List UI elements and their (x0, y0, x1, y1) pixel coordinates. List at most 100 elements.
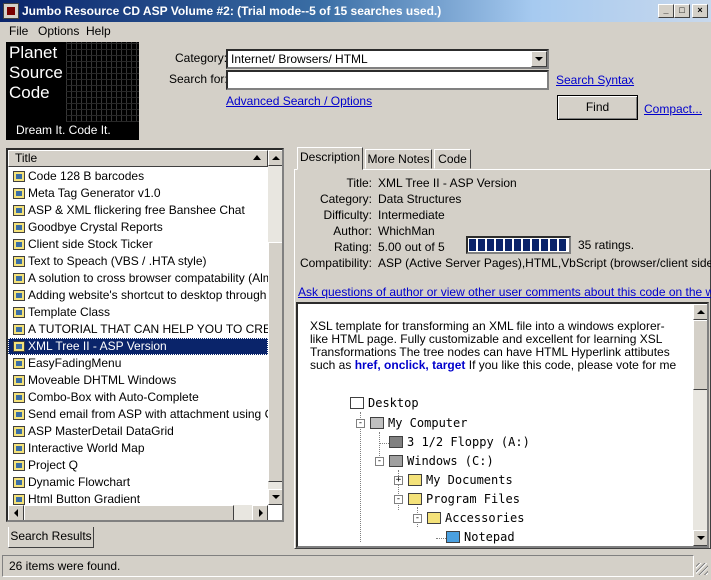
scroll-thumb[interactable] (268, 242, 282, 482)
floppy-drive-icon (389, 436, 403, 448)
category-dropdown[interactable]: Internet/ Browsers/ HTML (226, 49, 549, 69)
chevron-down-icon[interactable] (531, 51, 547, 67)
scroll-thumb[interactable] (693, 320, 707, 390)
list-item[interactable]: ASP & XML flickering free Banshee Chat (8, 202, 268, 219)
code-file-icon (13, 256, 25, 267)
list-item[interactable]: Adding website's shortcut to desktop thr… (8, 287, 268, 304)
logo-line: Planet (9, 43, 58, 62)
list-item[interactable]: Moveable DHTML Windows (8, 372, 268, 389)
list-item[interactable]: Combo-Box with Auto-Complete (8, 389, 268, 406)
tree-node-my-documents[interactable]: My Documents (408, 473, 513, 487)
list-item[interactable]: A TUTORIAL THAT CAN HELP YOU TO CREATE (8, 321, 268, 338)
maximize-button[interactable]: □ (674, 4, 690, 18)
collapse-icon[interactable]: - (356, 419, 365, 428)
list-item[interactable]: Dynamic Flowchart (8, 474, 268, 491)
compact-link[interactable]: Compact... (644, 102, 702, 116)
computer-icon (370, 417, 384, 429)
list-item[interactable]: A solution to cross browser compatabilit… (8, 270, 268, 287)
sort-arrow-icon (253, 155, 261, 160)
detail-label: Category: (319, 192, 372, 206)
find-button[interactable]: Find (557, 95, 638, 120)
list-item[interactable]: Project Q (8, 457, 268, 474)
list-item-label: Project Q (28, 458, 79, 472)
list-item-label: Moveable DHTML Windows (28, 373, 177, 387)
collapse-icon[interactable]: - (394, 495, 403, 504)
collapse-icon[interactable]: - (375, 457, 384, 466)
tab-description[interactable]: Description (297, 147, 363, 170)
tree-node-floppy[interactable]: 3 1/2 Floppy (A:) (389, 435, 530, 449)
list-item[interactable]: Send email from ASP with attachment usin… (8, 406, 268, 423)
scroll-down-arrow-icon[interactable] (268, 489, 282, 505)
tree-label: My Computer (388, 416, 468, 430)
app-icon[interactable] (3, 3, 19, 19)
expand-icon[interactable]: + (394, 476, 403, 485)
menu-help[interactable]: Help (86, 24, 111, 38)
list-item-label: Meta Tag Generator v1.0 (28, 186, 161, 200)
list-item-label: Text to Speach (VBS / .HTA style) (28, 254, 207, 268)
detail-label: Rating: (333, 240, 372, 254)
code-file-icon (13, 324, 25, 335)
planet-source-code-logo: Planet Source Code Dream It. Code It. (6, 42, 139, 140)
results-horizontal-scrollbar[interactable] (8, 505, 268, 520)
close-button[interactable]: × (692, 4, 708, 18)
search-results-tab[interactable]: Search Results (8, 527, 94, 548)
tree-node-desktop[interactable]: Desktop (350, 396, 419, 410)
results-rows: Code 128 B barcodes Meta Tag Generator v1… (8, 168, 268, 508)
ask-questions-link[interactable]: Ask questions of author or view other us… (298, 285, 711, 299)
search-syntax-link[interactable]: Search Syntax (556, 73, 634, 87)
description-view: XSL template for transforming an XML fil… (296, 302, 709, 548)
code-file-icon (13, 460, 25, 471)
minimize-button[interactable]: _ (658, 4, 674, 18)
search-input[interactable] (226, 70, 549, 90)
list-item[interactable]: Interactive World Map (8, 440, 268, 457)
code-file-icon (13, 239, 25, 250)
collapse-icon[interactable]: - (413, 514, 422, 523)
category-value: Internet/ Browsers/ HTML (231, 52, 368, 66)
folder-icon (408, 474, 422, 486)
hscroll-thumb[interactable] (24, 505, 234, 520)
tree-node-windows-c[interactable]: Windows (C:) (389, 454, 494, 468)
list-item[interactable]: Client side Stock Ticker (8, 236, 268, 253)
tree-node-accessories[interactable]: Accessories (427, 511, 524, 525)
detail-value: XML Tree II - ASP Version (378, 176, 517, 190)
list-item[interactable]: Text to Speach (VBS / .HTA style) (8, 253, 268, 270)
menu-file[interactable]: File (9, 24, 28, 38)
list-item-label: ASP MasterDetail DataGrid (28, 424, 174, 438)
tree-label: My Documents (426, 473, 513, 487)
search-for-label: Search for: (169, 72, 228, 86)
code-file-icon (13, 171, 25, 182)
list-item-label: Dynamic Flowchart (28, 475, 131, 489)
scroll-right-arrow-icon[interactable] (252, 505, 268, 520)
logo-tagline: Dream It. Code It. (16, 123, 111, 137)
list-item[interactable]: ASP MasterDetail DataGrid (8, 423, 268, 440)
column-header-label: Title (15, 151, 38, 165)
detail-label: Difficulty: (323, 208, 372, 222)
list-item[interactable]: Meta Tag Generator v1.0 (8, 185, 268, 202)
scroll-down-arrow-icon[interactable] (693, 530, 707, 546)
tab-more-notes[interactable]: More Notes (365, 149, 432, 169)
tree-node-notepad[interactable]: Notepad (446, 530, 515, 544)
list-item-label: A solution to cross browser compatabilit… (28, 271, 268, 285)
list-item-label: Template Class (28, 305, 111, 319)
scroll-up-arrow-icon[interactable] (693, 304, 707, 320)
list-item[interactable]: XML Tree II - ASP Version (8, 338, 268, 355)
title-column-header[interactable]: Title (8, 150, 268, 167)
description-scrollbar[interactable] (693, 304, 707, 546)
code-file-icon (13, 426, 25, 437)
scroll-up-arrow-icon[interactable] (268, 150, 282, 166)
list-item-label: Send email from ASP with attachment usin… (28, 407, 268, 421)
resize-grip-icon[interactable] (696, 563, 708, 575)
scroll-left-arrow-icon[interactable] (8, 505, 24, 520)
advanced-search-link[interactable]: Advanced Search / Options (226, 94, 372, 108)
code-file-icon (13, 290, 25, 301)
detail-value: Intermediate (378, 208, 445, 222)
list-item[interactable]: Goodbye Crystal Reports (8, 219, 268, 236)
tab-code[interactable]: Code (434, 149, 471, 169)
tree-node-my-computer[interactable]: My Computer (370, 416, 467, 430)
list-item[interactable]: Template Class (8, 304, 268, 321)
list-item[interactable]: EasyFadingMenu (8, 355, 268, 372)
menu-options[interactable]: Options (38, 24, 79, 38)
code-file-icon (13, 494, 25, 505)
list-item[interactable]: Code 128 B barcodes (8, 168, 268, 185)
tree-node-program-files[interactable]: Program Files (408, 492, 520, 506)
